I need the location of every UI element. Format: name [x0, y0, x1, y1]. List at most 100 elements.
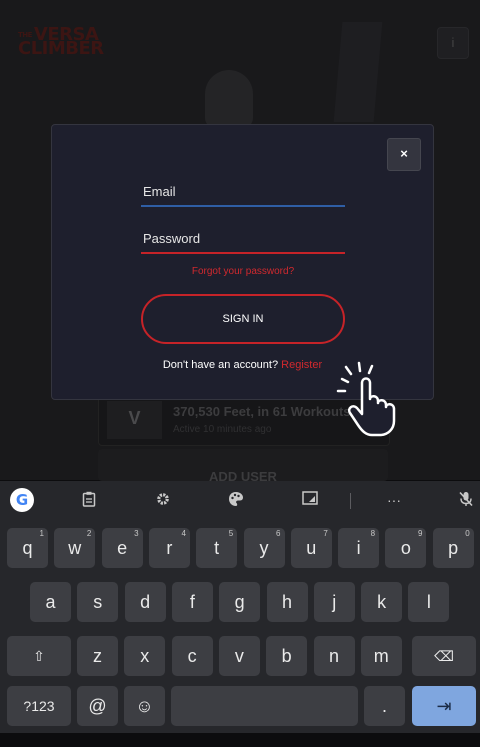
logo-line2: CLIMBER	[18, 38, 104, 59]
key-b[interactable]: b	[266, 636, 308, 676]
key-k-label: k	[377, 592, 387, 612]
backspace-key-label: ⌫	[434, 648, 454, 664]
key-y-label: y	[259, 538, 269, 558]
versaclimber-logo: THE VERSA CLIMBER	[18, 26, 104, 59]
key-h[interactable]: h	[266, 582, 308, 622]
more-icon[interactable]: ···	[383, 491, 405, 509]
key-n-label: n	[328, 646, 339, 666]
key-f-label: f	[189, 592, 195, 612]
key-b-label: b	[281, 646, 292, 666]
key-y-hint: 6	[276, 529, 281, 538]
key-p-label: p	[448, 538, 459, 558]
key-u-label: u	[306, 538, 317, 558]
key-c-label: c	[187, 646, 197, 666]
backspace-key[interactable]: ⌫	[412, 636, 476, 676]
enter-key-label: ⇥	[436, 696, 452, 716]
key-t-label: t	[214, 538, 220, 558]
at-key[interactable]: @	[77, 686, 118, 726]
enter-key[interactable]: ⇥	[412, 686, 476, 726]
key-a[interactable]: a	[30, 582, 71, 622]
key-t[interactable]: t5	[196, 528, 238, 568]
shift-key-label: ⇧	[33, 648, 45, 664]
email-field[interactable]	[141, 177, 345, 205]
key-y[interactable]: y6	[243, 528, 285, 568]
password-field[interactable]	[141, 224, 345, 252]
key-l[interactable]: l	[408, 582, 450, 622]
key-q-label: q	[22, 538, 33, 558]
key-o[interactable]: o9	[385, 528, 427, 568]
info-button[interactable]: i	[437, 27, 469, 59]
symbols-key-label: ?123	[23, 698, 55, 714]
settings-icon[interactable]	[152, 491, 174, 509]
email-field-wrapper	[141, 177, 345, 207]
password-field-wrapper	[141, 224, 345, 254]
close-icon: ×	[400, 146, 408, 161]
background-machine-image	[333, 22, 383, 122]
key-j-label: j	[332, 592, 337, 612]
user-card-title: 370,530 Feet, in 61 Workouts	[173, 404, 351, 419]
key-e-label: e	[117, 538, 128, 558]
user-card-avatar: V	[107, 401, 162, 439]
emoji-key[interactable]: ☺	[124, 686, 165, 726]
keyboard-toolbar: G ···	[0, 481, 480, 519]
key-o-hint: 9	[417, 529, 423, 538]
key-x[interactable]: x	[124, 636, 166, 676]
background-person-image	[205, 70, 253, 128]
close-button[interactable]: ×	[387, 138, 421, 171]
soft-keyboard: G ··· q 1 w 2 e 3 r 4 t 5 y 6 u 7 i 8 o 9 p 0 a s d f g h j k l ⇧ z x c v…	[0, 481, 480, 747]
space-key[interactable]	[171, 686, 358, 726]
key-j[interactable]: j	[313, 582, 355, 622]
key-u[interactable]: u7	[290, 528, 332, 568]
key-a-label: a	[45, 592, 56, 612]
key-p[interactable]: p0	[432, 528, 474, 568]
mic-off-icon[interactable]	[455, 491, 477, 509]
key-o-label: o	[400, 538, 411, 558]
key-z-label: z	[93, 646, 102, 666]
key-i-hint: 8	[370, 529, 376, 538]
key-i[interactable]: i8	[338, 528, 380, 568]
symbols-key[interactable]: ?123	[7, 686, 71, 726]
key-v[interactable]: v	[218, 636, 260, 676]
key-q[interactable]: q1	[7, 528, 48, 568]
toolbar-divider	[350, 493, 351, 509]
theme-icon[interactable]	[225, 491, 247, 509]
google-icon[interactable]: G	[10, 488, 34, 512]
key-s[interactable]: s	[77, 582, 119, 622]
key-i-label: i	[356, 538, 361, 558]
key-m[interactable]: m	[360, 636, 402, 676]
key-r[interactable]: r4	[148, 528, 190, 568]
key-g-label: g	[234, 592, 245, 612]
period-key-label: .	[381, 696, 387, 716]
key-w[interactable]: w2	[54, 528, 96, 568]
key-z[interactable]: z	[77, 636, 118, 676]
key-u-hint: 7	[323, 529, 328, 538]
key-l-label: l	[426, 592, 431, 612]
key-w-label: w	[68, 538, 82, 558]
key-w-hint: 2	[86, 529, 92, 538]
key-n[interactable]: n	[313, 636, 355, 676]
tap-hand-icon	[336, 361, 396, 437]
register-link[interactable]: Register	[281, 359, 322, 371]
key-t-hint: 5	[228, 529, 234, 538]
key-p-hint: 0	[465, 529, 470, 538]
key-h-label: h	[281, 592, 292, 612]
clipboard-icon[interactable]	[78, 491, 100, 509]
resize-icon[interactable]	[299, 491, 321, 509]
add-user-button[interactable]: ADD USER	[98, 449, 388, 481]
key-m-label: m	[373, 646, 389, 666]
key-x-label: x	[140, 646, 150, 666]
sign-in-button[interactable]: SIGN IN	[141, 294, 345, 344]
no-account-text: Don't have an account?	[162, 359, 279, 371]
key-g[interactable]: g	[219, 582, 261, 622]
key-e[interactable]: e3	[101, 528, 143, 568]
info-icon: i	[451, 35, 455, 50]
shift-key[interactable]: ⇧	[7, 636, 71, 676]
key-f[interactable]: f	[171, 582, 213, 622]
key-c[interactable]: c	[171, 636, 213, 676]
key-d[interactable]: d	[124, 582, 166, 622]
key-r-hint: 4	[181, 529, 186, 538]
key-k[interactable]: k	[361, 582, 403, 622]
key-d-label: d	[140, 592, 151, 612]
forgot-password-link[interactable]: Forgot your password?	[141, 266, 345, 277]
period-key[interactable]: .	[364, 686, 405, 726]
